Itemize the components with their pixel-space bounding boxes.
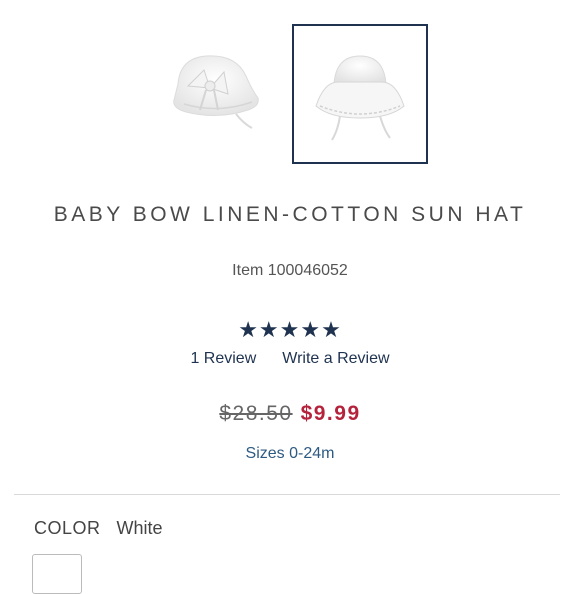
sale-price: $9.99 bbox=[300, 402, 361, 425]
sizes-text: Sizes 0-24m bbox=[245, 445, 335, 462]
review-links: 1 Review Write a Review bbox=[0, 350, 580, 368]
original-price: $28.50 bbox=[219, 402, 293, 425]
hat-with-bow-image bbox=[173, 55, 259, 129]
hat-front-image bbox=[315, 55, 405, 141]
product-thumbnail-front[interactable] bbox=[292, 24, 428, 164]
item-number: Item 100046052 bbox=[232, 262, 348, 279]
price: $28.50 $9.99 bbox=[0, 402, 580, 426]
star-rating[interactable]: ★★★★★ bbox=[0, 317, 580, 343]
divider bbox=[14, 494, 560, 495]
color-swatch-white[interactable] bbox=[32, 554, 82, 594]
product-title: BABY BOW LINEN-COTTON SUN HAT bbox=[53, 203, 527, 226]
review-count-link[interactable]: 1 Review bbox=[190, 350, 256, 368]
color-value: White bbox=[116, 518, 163, 538]
product-thumbnail-bow[interactable] bbox=[148, 24, 284, 164]
write-review-link[interactable]: Write a Review bbox=[282, 350, 389, 368]
color-row: COLOR White bbox=[34, 518, 163, 539]
color-label: COLOR bbox=[34, 518, 101, 538]
